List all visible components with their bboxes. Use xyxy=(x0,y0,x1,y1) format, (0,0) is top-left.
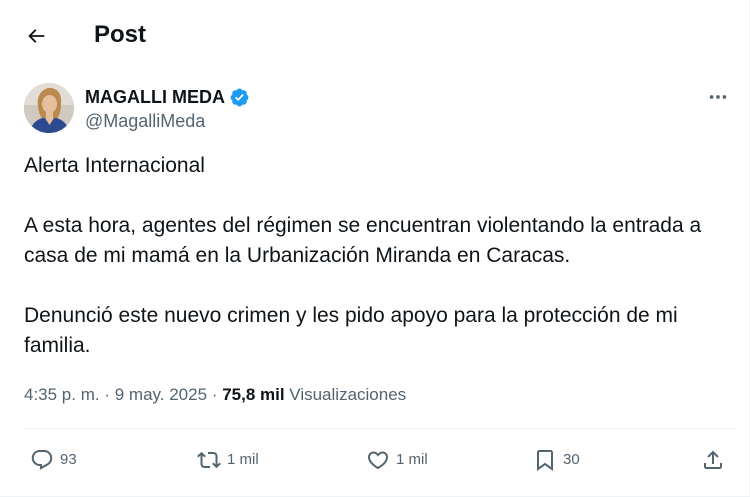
meta-separator: · xyxy=(104,385,111,404)
like-count: 1 mil xyxy=(396,451,428,468)
post-time[interactable]: 4:35 p. m. xyxy=(24,385,100,404)
views-label: Visualizaciones xyxy=(289,385,407,404)
author-handle[interactable]: @MagalliMeda xyxy=(85,110,205,132)
reply-button[interactable]: 93 xyxy=(30,446,77,474)
post-date[interactable]: 9 may. 2025 xyxy=(115,385,207,404)
post-paragraph: A esta hora, agentes del régimen se encu… xyxy=(24,214,702,267)
reply-icon xyxy=(31,450,53,470)
meta-separator: · xyxy=(211,385,218,404)
bookmark-icon xyxy=(537,450,553,471)
repost-icon xyxy=(197,451,221,469)
avatar[interactable] xyxy=(24,83,74,133)
post-page: Post MAGALLI MEDA @MagalliMeda Alerta In… xyxy=(0,0,750,497)
like-button[interactable]: 1 mil xyxy=(366,446,428,474)
bookmark-count: 30 xyxy=(563,451,580,468)
post-meta: 4:35 p. m. · 9 may. 2025 · 75,8 mil Visu… xyxy=(24,384,406,406)
bookmark-button[interactable]: 30 xyxy=(533,446,580,474)
author-name-text: MAGALLI MEDA xyxy=(85,87,225,107)
reply-count: 93 xyxy=(60,451,77,468)
share-icon xyxy=(704,450,722,469)
verified-badge-icon xyxy=(230,88,249,106)
avatar-image xyxy=(24,83,74,133)
post-header: Post xyxy=(0,0,750,70)
divider xyxy=(24,428,734,429)
author-name[interactable]: MAGALLI MEDA xyxy=(85,86,250,108)
arrow-left-icon xyxy=(28,29,45,43)
back-button[interactable] xyxy=(18,18,54,54)
repost-button[interactable]: 1 mil xyxy=(197,446,259,474)
more-dots-icon xyxy=(709,95,727,99)
post-paragraph: Denunció este nuevo crimen y les pido ap… xyxy=(24,304,678,357)
heart-icon xyxy=(367,451,389,470)
views-count: 75,8 mil xyxy=(222,385,285,404)
post-paragraph: Alerta Internacional xyxy=(24,154,205,177)
page-title: Post xyxy=(94,21,147,48)
post-text: Alerta Internacional A esta hora, agente… xyxy=(24,151,734,361)
repost-count: 1 mil xyxy=(227,451,259,468)
more-options-button[interactable] xyxy=(700,84,736,110)
share-button[interactable] xyxy=(701,446,731,474)
